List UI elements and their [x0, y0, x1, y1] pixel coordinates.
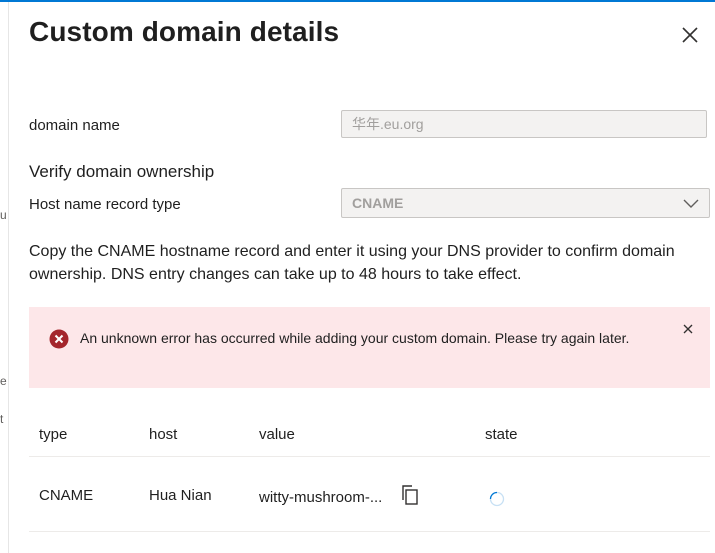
dismiss-error-button[interactable]: [681, 322, 695, 336]
background-text-fragment: u: [0, 208, 7, 222]
panel-title: Custom domain details: [29, 16, 340, 47]
record-type-label: Host name record type: [29, 196, 181, 213]
background-text-fragment: t: [0, 412, 4, 426]
chevron-down-icon: [683, 199, 699, 208]
copy-icon: [402, 485, 418, 505]
table-row: CNAME Hua Nian witty-mushroom-...: [29, 457, 710, 532]
record-value-cell: witty-mushroom-...: [259, 489, 383, 506]
error-message-text: An unknown error has occurred while addi…: [80, 330, 630, 346]
close-panel-button[interactable]: [679, 24, 701, 46]
custom-domain-details-panel: Custom domain details domain name 华年.eu.…: [9, 2, 715, 553]
domain-name-label: domain name: [29, 117, 120, 134]
loading-spinner-icon: [489, 491, 505, 507]
copy-value-button[interactable]: [399, 484, 421, 506]
error-circle-icon: [49, 329, 69, 349]
verify-ownership-heading: Verify domain ownership: [29, 162, 215, 181]
column-header-value: value: [259, 426, 295, 443]
record-type-dropdown[interactable]: CNAME: [341, 188, 710, 218]
background-text-fragment: e: [0, 374, 7, 388]
error-message-bar: An unknown error has occurred while addi…: [29, 307, 710, 388]
table-header-row: type host value state: [29, 412, 710, 457]
dns-records-table: type host value state CNAME Hua Nian wit…: [29, 412, 710, 532]
column-header-host: host: [149, 426, 178, 443]
record-type-selected-value: CNAME: [352, 195, 404, 211]
close-icon: [683, 324, 693, 334]
domain-name-input[interactable]: 华年.eu.org: [341, 110, 707, 138]
background-page-edge: u e t: [0, 2, 9, 553]
column-header-state: state: [485, 426, 518, 443]
record-host-cell: Hua Nian: [149, 487, 212, 504]
column-header-type: type: [39, 426, 68, 443]
record-type-cell: CNAME: [39, 487, 94, 504]
close-icon: [682, 27, 698, 43]
dns-instructions-text: Copy the CNAME hostname record and enter…: [29, 243, 675, 283]
